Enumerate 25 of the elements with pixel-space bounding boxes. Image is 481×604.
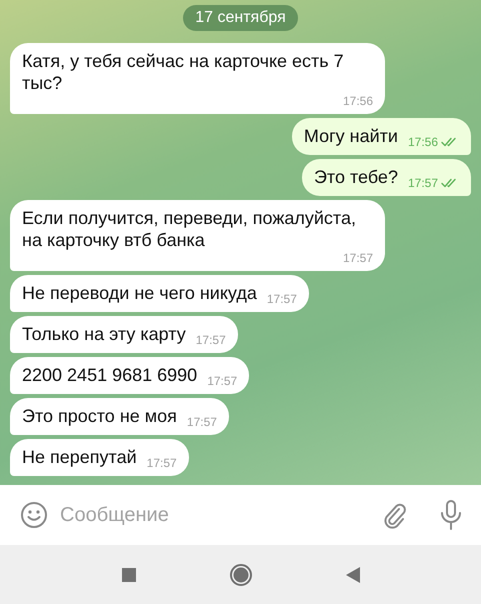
date-pill: 17 сентября [183,5,298,31]
square-icon[interactable] [120,566,136,582]
circle-icon[interactable] [228,562,252,586]
message-text: Это тебе? [314,166,398,188]
message-text: Не переводи не чего никуда [22,282,257,304]
back-triangle-icon[interactable] [344,566,360,584]
message-time: 17:57 [266,292,297,306]
message-time: 17:57 [207,374,238,388]
emoji-icon[interactable] [20,501,48,529]
message-text: Катя, у тебя сейчас на карточке есть 7 тыс? [22,50,345,94]
message-time: 17:57 [146,456,177,470]
message-time: 17:56 [408,135,438,149]
message-text: 2200 2451 9681 6990 [22,364,198,386]
message-text: Только на эту карту [22,323,186,345]
message-text: Если получится, переведи, пожалуйста, на карточку втб банка [22,207,357,251]
message-text: Это просто не моя [22,405,177,427]
message-time: 17:57 [186,415,217,429]
message-time: 17:57 [408,176,438,190]
message-time: 17:57 [342,251,373,265]
microphone-icon[interactable] [439,499,463,531]
message-text: Могу найти [304,125,398,147]
message-time: 17:56 [342,94,373,108]
message-time: 17:57 [196,333,226,347]
message-input[interactable]: Сообщение [58,502,369,528]
message-text: Не перепутай [22,446,137,468]
